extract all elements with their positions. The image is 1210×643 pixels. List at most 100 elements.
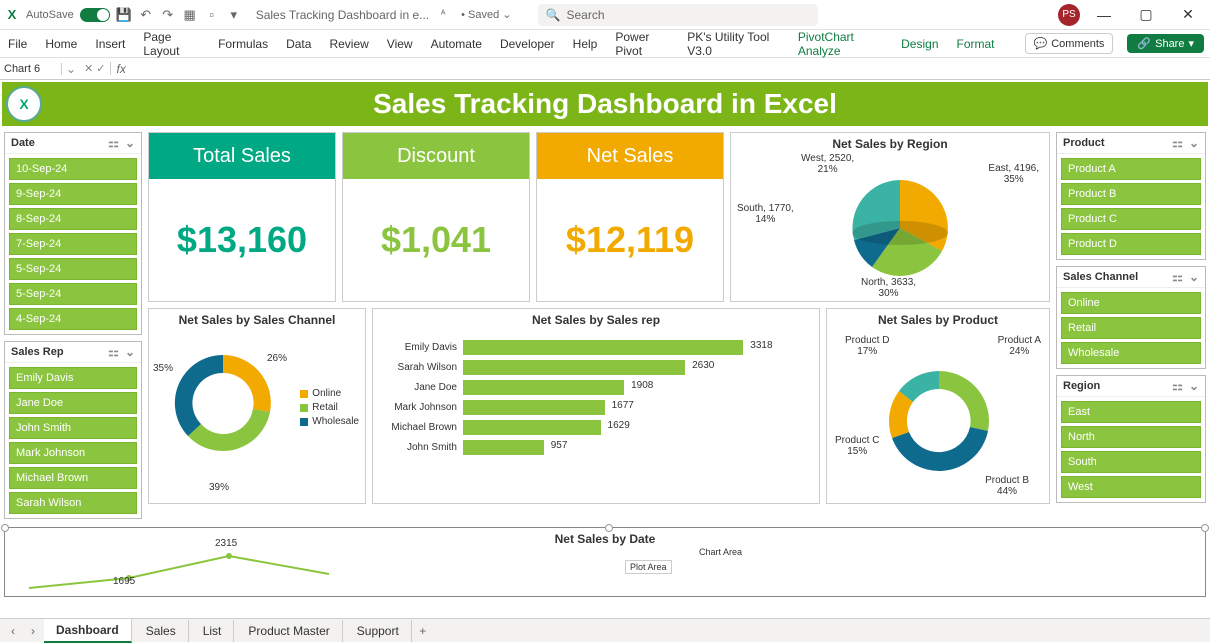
multiselect-icon[interactable]: ⚏: [1172, 270, 1183, 284]
slicer-item[interactable]: Michael Brown: [9, 467, 137, 489]
chart-product[interactable]: Net Sales by Product Product A24% Produc…: [826, 308, 1050, 504]
tab-design[interactable]: Design: [899, 33, 940, 55]
chart-region[interactable]: Net Sales by Region East, 4196,35% North…: [730, 132, 1050, 302]
slicer-item[interactable]: Emily Davis: [9, 367, 137, 389]
slicer-item[interactable]: North: [1061, 426, 1201, 448]
redo-icon[interactable]: ↷: [160, 7, 176, 23]
multiselect-icon[interactable]: ⚏: [108, 345, 119, 359]
comments-button[interactable]: 💬 Comments: [1025, 33, 1114, 54]
sheet-prev-icon[interactable]: ‹: [4, 624, 22, 638]
sheet-next-icon[interactable]: ›: [24, 624, 42, 638]
clear-filter-icon[interactable]: ⌄: [1189, 136, 1199, 150]
kpi-net-sales: Net Sales $12,119: [536, 132, 724, 302]
tab-help[interactable]: Help: [571, 33, 600, 55]
slicer-channel-label: Sales Channel: [1063, 271, 1138, 283]
tab-review[interactable]: Review: [327, 33, 370, 55]
sheet-tab-product-master[interactable]: Product Master: [236, 620, 342, 642]
tab-file[interactable]: File: [6, 33, 29, 55]
doc-title[interactable]: Sales Tracking Dashboard in e...: [256, 8, 429, 22]
grid-icon[interactable]: ▦: [182, 7, 198, 23]
name-box-dropdown-icon[interactable]: ⌄: [62, 62, 80, 76]
chart-rep-title: Net Sales by Sales rep: [377, 313, 815, 327]
date-point-2: 2315: [215, 538, 237, 549]
sheet-tab-support[interactable]: Support: [345, 620, 412, 642]
tab-insert[interactable]: Insert: [93, 33, 127, 55]
selection-handle[interactable]: [1201, 524, 1209, 532]
autosave-toggle[interactable]: [80, 8, 110, 22]
slicer-item[interactable]: 10-Sep-24: [9, 158, 137, 180]
tab-pivotchart-analyze[interactable]: PivotChart Analyze: [796, 26, 885, 62]
multiselect-icon[interactable]: ⚏: [1172, 379, 1183, 393]
clear-filter-icon[interactable]: ⌄: [1189, 270, 1199, 284]
tab-view[interactable]: View: [385, 33, 415, 55]
slicer-item[interactable]: Mark Johnson: [9, 442, 137, 464]
chart-date[interactable]: Net Sales by Date 1695 2315 Plot Area Ch…: [4, 527, 1206, 597]
excel-icon: X: [4, 7, 20, 23]
tab-developer[interactable]: Developer: [498, 33, 557, 55]
clear-filter-icon[interactable]: ⌄: [125, 345, 135, 359]
slicer-item[interactable]: Retail: [1061, 317, 1201, 339]
user-avatar[interactable]: PS: [1058, 4, 1080, 26]
slicer-item[interactable]: East: [1061, 401, 1201, 423]
slicer-date[interactable]: Date⚏⌄ 10-Sep-249-Sep-248-Sep-247-Sep-24…: [4, 132, 142, 335]
tab-utility[interactable]: PK's Utility Tool V3.0: [685, 26, 782, 62]
share-button[interactable]: 🔗 Share ▾: [1127, 34, 1204, 53]
slicer-item[interactable]: West: [1061, 476, 1201, 498]
product-b-label: Product B44%: [985, 475, 1029, 497]
slicer-rep[interactable]: Sales Rep ⚏ ⌄ Emily Davis Jane Doe John Smit…: [4, 341, 142, 519]
chart-channel[interactable]: Net Sales by Sales Channel 26% 39% 35% O…: [148, 308, 366, 504]
sheet-tab-sales[interactable]: Sales: [134, 620, 189, 642]
slicer-channel[interactable]: Sales Channel ⚏ ⌄ Online Retail Wholesale: [1056, 266, 1206, 369]
add-sheet-icon[interactable]: +: [414, 624, 432, 638]
selection-handle[interactable]: [605, 524, 613, 532]
sensitivity-icon[interactable]: ᴬ: [435, 7, 451, 23]
fx-label[interactable]: fx: [111, 62, 132, 76]
accept-formula-icon[interactable]: ✓: [96, 62, 105, 75]
tab-automate[interactable]: Automate: [429, 33, 484, 55]
slicer-item[interactable]: Product C: [1061, 208, 1201, 230]
slicer-item[interactable]: 5-Sep-24: [9, 283, 137, 305]
cancel-formula-icon[interactable]: ✕: [84, 62, 93, 75]
slicer-item[interactable]: 9-Sep-24: [9, 183, 137, 205]
tab-formulas[interactable]: Formulas: [216, 33, 270, 55]
maximize-button[interactable]: ▢: [1128, 1, 1164, 29]
slicer-item[interactable]: South: [1061, 451, 1201, 473]
slicer-item[interactable]: Product D: [1061, 233, 1201, 255]
slicer-item[interactable]: Product B: [1061, 183, 1201, 205]
slicer-item[interactable]: Online: [1061, 292, 1201, 314]
tab-page-layout[interactable]: Page Layout: [141, 26, 202, 62]
slicer-item[interactable]: Product A: [1061, 158, 1201, 180]
slicer-item[interactable]: Wholesale: [1061, 342, 1201, 364]
border-icon[interactable]: ▫: [204, 7, 220, 23]
name-box[interactable]: Chart 6: [0, 63, 62, 75]
tab-home[interactable]: Home: [43, 33, 79, 55]
slicer-region[interactable]: Region⚏⌄ EastNorthSouthWest: [1056, 375, 1206, 503]
slicer-product[interactable]: Product⚏⌄ Product AProduct BProduct CPro…: [1056, 132, 1206, 260]
slicer-item[interactable]: Sarah Wilson: [9, 492, 137, 514]
sheet-tab-dashboard[interactable]: Dashboard: [44, 619, 132, 643]
undo-icon[interactable]: ↶: [138, 7, 154, 23]
clear-filter-icon[interactable]: ⌄: [1189, 379, 1199, 393]
saved-indicator[interactable]: • Saved ⌄: [461, 8, 511, 21]
minimize-button[interactable]: —: [1086, 1, 1122, 29]
clear-filter-icon[interactable]: ⌄: [125, 136, 135, 150]
multiselect-icon[interactable]: ⚏: [108, 136, 119, 150]
qat-dropdown-icon[interactable]: ▾: [226, 7, 242, 23]
tab-data[interactable]: Data: [284, 33, 313, 55]
save-icon[interactable]: 💾: [116, 7, 132, 23]
slicer-item[interactable]: 5-Sep-24: [9, 258, 137, 280]
slicer-item[interactable]: 8-Sep-24: [9, 208, 137, 230]
slicer-item[interactable]: Jane Doe: [9, 392, 137, 414]
sheet-tab-list[interactable]: List: [191, 620, 235, 642]
slicer-item[interactable]: 4-Sep-24: [9, 308, 137, 330]
tab-format[interactable]: Format: [955, 33, 997, 55]
multiselect-icon[interactable]: ⚏: [1172, 136, 1183, 150]
tab-power-pivot[interactable]: Power Pivot: [613, 26, 671, 62]
chart-rep[interactable]: Net Sales by Sales rep Emily Davis 3318S…: [372, 308, 820, 504]
search-input[interactable]: 🔍 Search: [538, 4, 818, 26]
slicer-item[interactable]: 7-Sep-24: [9, 233, 137, 255]
close-button[interactable]: ✕: [1170, 1, 1206, 29]
slicer-rep-label: Sales Rep: [11, 346, 64, 358]
selection-handle[interactable]: [1, 524, 9, 532]
slicer-item[interactable]: John Smith: [9, 417, 137, 439]
